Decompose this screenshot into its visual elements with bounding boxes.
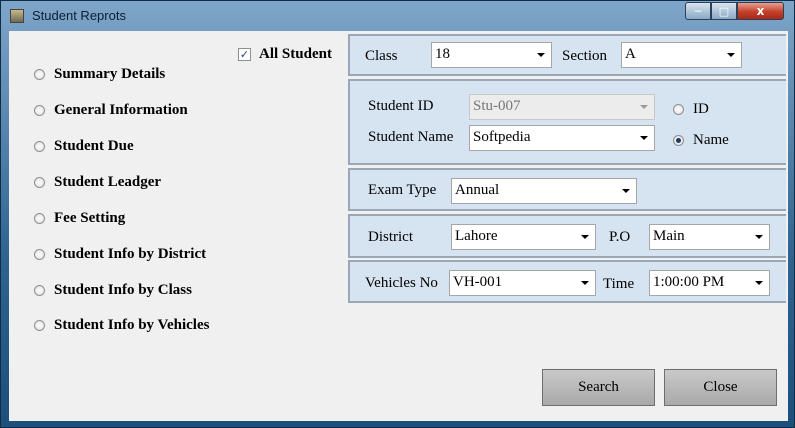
radio-button[interactable] [34, 140, 45, 152]
location-panel: District Lahore P.O Main [348, 214, 786, 258]
time-value: 1:00:00 PM [653, 274, 725, 290]
section-label: Section [562, 48, 607, 64]
radio-fee-setting[interactable]: Fee Setting [34, 208, 125, 228]
vehicles-no-dropdown[interactable]: VH-001 [449, 270, 596, 296]
exam-type-label: Exam Type [368, 182, 437, 198]
student-id-label: Student ID [368, 98, 434, 114]
all-student-label: All Student [259, 46, 332, 62]
student-name-dropdown[interactable]: Softpedia [469, 125, 655, 151]
po-value: Main [653, 228, 685, 244]
student-panel: Student ID Stu-007 ID Student Name Softp… [348, 79, 786, 165]
radio-label: Student Due [54, 137, 134, 154]
chevron-down-icon [581, 235, 589, 239]
maximize-button[interactable]: □ [711, 2, 737, 20]
section-value: A [625, 46, 636, 62]
search-by-id-label: ID [693, 100, 709, 117]
radio-student-due[interactable]: Student Due [34, 136, 134, 156]
maximize-icon: □ [718, 4, 730, 18]
search-by-id-option[interactable]: ID [673, 99, 709, 119]
close-window-button[interactable]: x [737, 2, 784, 20]
district-label: District [368, 229, 413, 245]
radio-button[interactable] [673, 134, 684, 146]
radio-student-leadger[interactable]: Student Leadger [34, 172, 161, 192]
student-name-value: Softpedia [473, 129, 531, 145]
radio-label: Student Info by Vehicles [54, 316, 210, 333]
app-icon [10, 9, 24, 23]
radio-button[interactable] [673, 103, 684, 115]
radio-info-by-vehicles[interactable]: Student Info by Vehicles [34, 315, 209, 335]
chevron-down-icon [581, 281, 589, 285]
radio-label: Student Info by District [54, 245, 207, 262]
class-dropdown[interactable]: 18 [431, 42, 552, 68]
radio-summary-details[interactable]: Summary Details [34, 64, 165, 84]
student-id-value: Stu-007 [473, 98, 521, 114]
section-dropdown[interactable]: A [621, 42, 742, 68]
radio-button[interactable] [34, 176, 45, 188]
student-name-label: Student Name [368, 129, 454, 145]
radio-button[interactable] [34, 104, 45, 116]
radio-button[interactable] [34, 248, 45, 260]
radio-label: General Information [54, 101, 188, 118]
time-dropdown[interactable]: 1:00:00 PM [649, 270, 770, 296]
close-button[interactable]: Close [664, 369, 777, 406]
chevron-down-icon [727, 53, 735, 57]
chevron-down-icon [640, 136, 648, 140]
all-student-checkbox-row[interactable]: ✓ All Student [238, 46, 332, 63]
po-label: P.O [609, 229, 631, 245]
all-student-checkbox[interactable]: ✓ [238, 48, 251, 61]
radio-general-information[interactable]: General Information [34, 100, 188, 120]
close-icon: x [756, 4, 765, 18]
student-id-dropdown[interactable]: Stu-007 [469, 94, 655, 120]
chevron-down-icon [755, 281, 763, 285]
vehicles-no-label: Vehicles No [365, 275, 438, 291]
radio-label: Fee Setting [54, 209, 126, 226]
transport-panel: Vehicles No VH-001 Time 1:00:00 PM [348, 260, 786, 303]
po-dropdown[interactable]: Main [649, 224, 770, 250]
chevron-down-icon [640, 105, 648, 109]
district-value: Lahore [455, 228, 498, 244]
search-button[interactable]: Search [542, 369, 655, 406]
radio-button[interactable] [34, 284, 45, 296]
chevron-down-icon [537, 53, 545, 57]
student-reports-window: Student Reprots ─ □ x Summary Details Ge… [0, 0, 795, 428]
client-area: Summary Details General Information Stud… [9, 31, 788, 421]
radio-label: Summary Details [54, 65, 166, 82]
radio-info-by-district[interactable]: Student Info by District [34, 244, 206, 264]
radio-button[interactable] [34, 68, 45, 80]
title-bar[interactable]: Student Reprots ─ □ x [1, 1, 794, 31]
radio-label: Student Info by Class [54, 281, 192, 298]
minimize-button[interactable]: ─ [685, 2, 711, 20]
radio-button[interactable] [34, 319, 45, 331]
radio-label: Student Leadger [54, 173, 162, 190]
window-title: Student Reprots [32, 8, 126, 23]
class-value: 18 [435, 46, 450, 62]
radio-info-by-class[interactable]: Student Info by Class [34, 280, 192, 300]
time-label: Time [603, 276, 635, 292]
exam-type-dropdown[interactable]: Annual [451, 178, 637, 204]
class-section-panel: Class 18 Section A [348, 34, 786, 76]
radio-button[interactable] [34, 212, 45, 224]
district-dropdown[interactable]: Lahore [451, 224, 596, 250]
search-by-name-label: Name [693, 131, 729, 148]
class-label: Class [365, 48, 398, 64]
exam-type-value: Annual [455, 182, 500, 198]
chevron-down-icon [755, 235, 763, 239]
vehicles-no-value: VH-001 [453, 274, 503, 290]
chevron-down-icon [622, 189, 630, 193]
exam-panel: Exam Type Annual [348, 168, 786, 211]
search-by-name-option[interactable]: Name [673, 130, 729, 150]
minimize-icon: ─ [694, 4, 702, 18]
